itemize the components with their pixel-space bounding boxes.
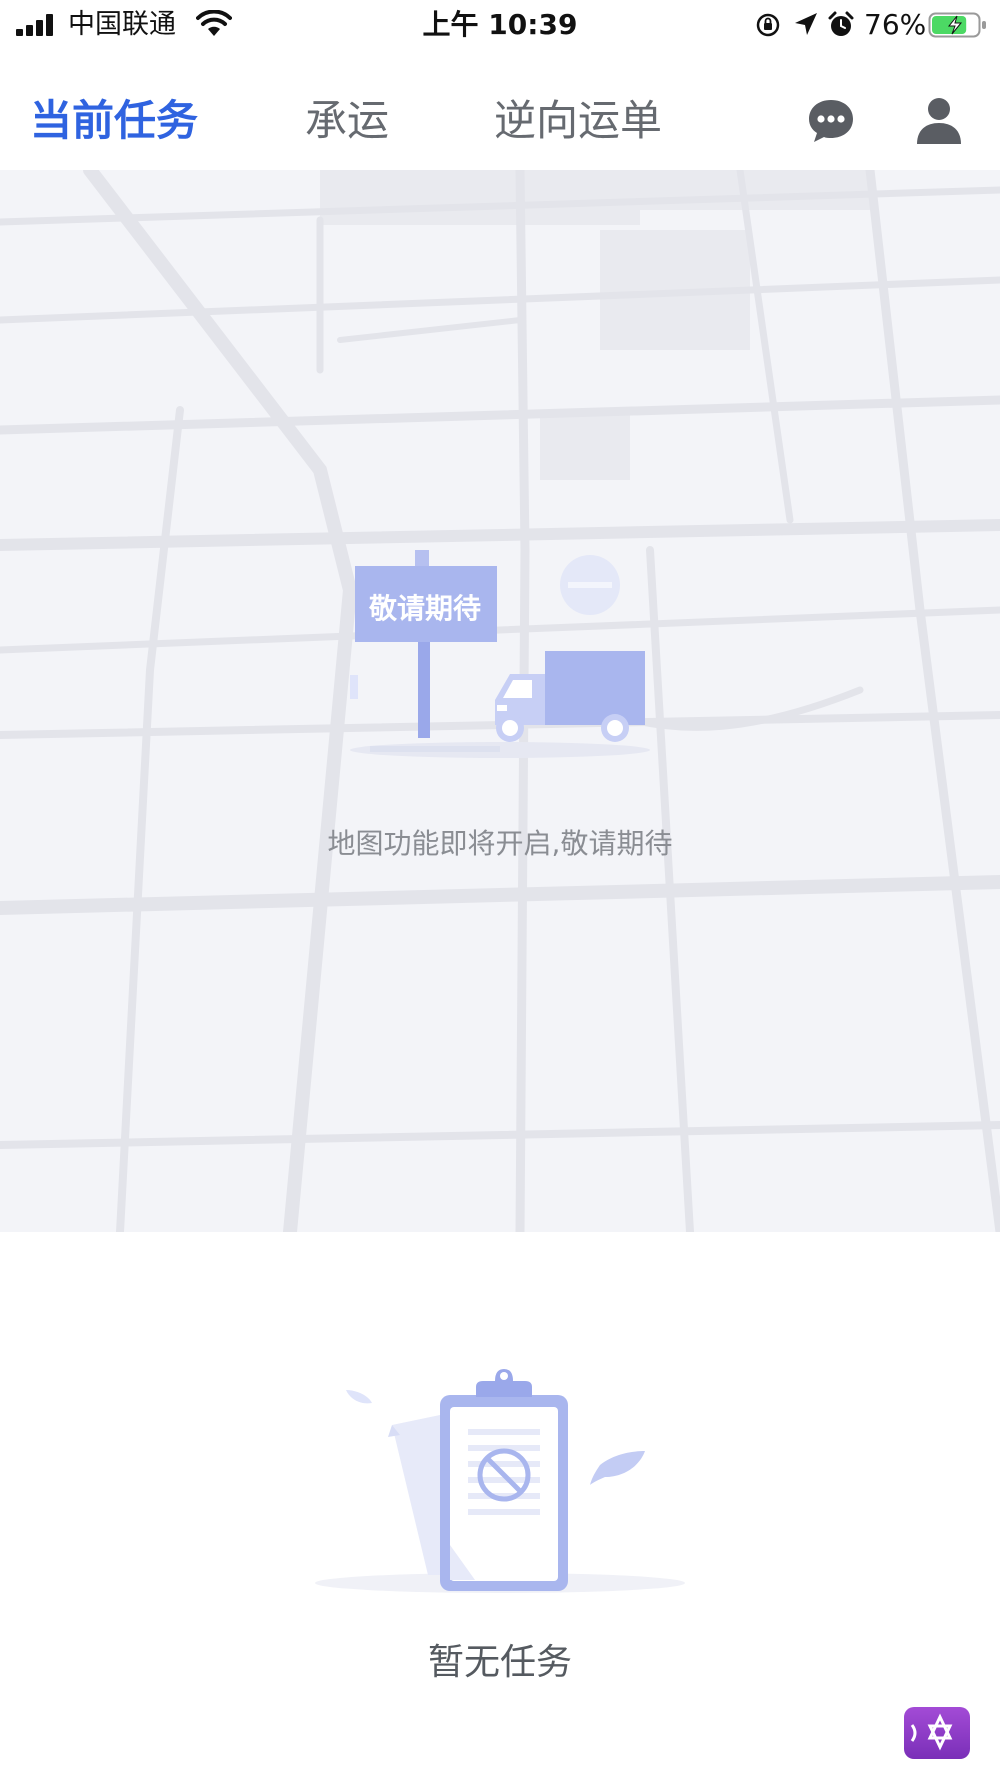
sign-text: 敬请期待	[368, 592, 481, 625]
location-icon	[795, 13, 817, 35]
map-placeholder: 敬请期待 地图功能即将开启,敬请期待	[0, 170, 1000, 1232]
alarm-icon	[828, 11, 854, 36]
battery-percent: 76%	[864, 8, 927, 41]
orientation-lock-icon	[756, 13, 780, 37]
tab-reverse-waybill[interactable]: 逆向运单	[494, 94, 662, 148]
chat-icon[interactable]	[804, 94, 858, 148]
empty-task-text: 暂无任务	[427, 1642, 572, 1683]
map-caption: 地图功能即将开启,敬请期待	[327, 827, 673, 860]
app-screen: 中国联通 上午 10:39 76% 当前任务 承运 逆向运单 敬请期待 地图功能…	[0, 0, 1000, 1778]
battery-icon	[928, 12, 986, 38]
user-icon[interactable]	[912, 94, 966, 148]
floating-debug-button[interactable]	[904, 1707, 970, 1759]
truck-icon	[495, 651, 645, 742]
signpost-icon	[350, 550, 497, 738]
top-nav: 当前任务 承运 逆向运单	[0, 70, 1000, 170]
tab-current-tasks[interactable]: 当前任务	[30, 94, 198, 148]
tab-carrier[interactable]: 承运	[305, 94, 389, 148]
star-of-david-icon	[910, 1713, 953, 1751]
empty-clipboard-icon	[315, 1369, 685, 1593]
status-bar: 中国联通 上午 10:39 76%	[0, 0, 1000, 50]
